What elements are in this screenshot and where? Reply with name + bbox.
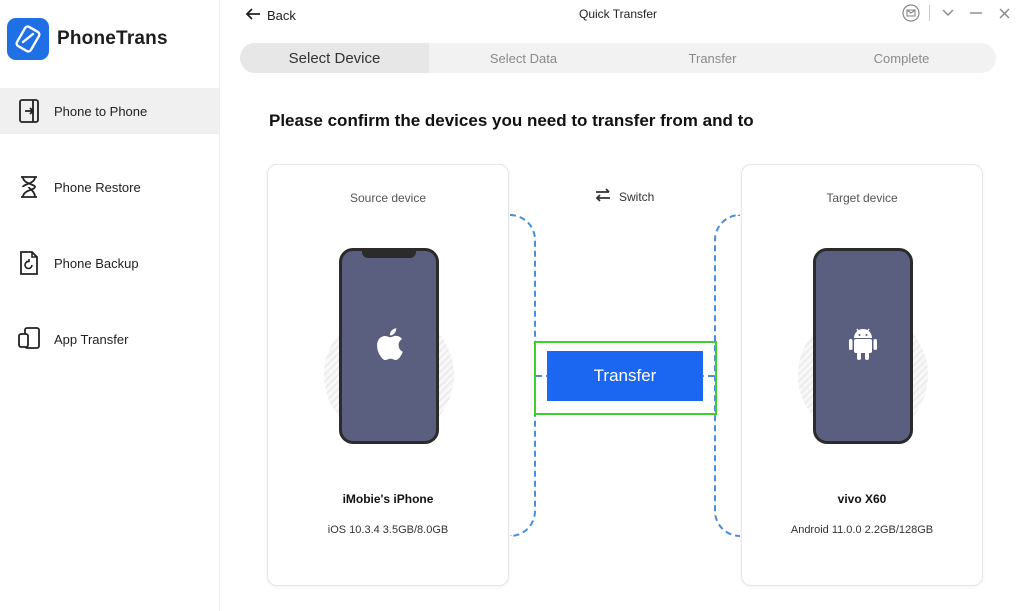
sidebar-item-label: Phone Backup [54,255,139,271]
app-name: PhoneTrans [57,28,168,49]
target-device-info: Android 11.0.0 2.2GB/128GB [790,524,934,536]
apple-icon [374,327,404,366]
source-device-name: iMobie's iPhone [342,492,434,506]
target-phone-image [813,248,913,444]
brand: PhoneTrans [7,18,168,60]
app-transfer-icon [15,325,43,353]
phone-to-phone-icon [15,97,43,125]
window-controls [901,3,1014,23]
sidebar-item-label: App Transfer [54,331,129,347]
source-device-info: iOS 10.3.4 3.5GB/8.0GB [327,524,449,536]
page-heading: Please confirm the devices you need to t… [269,111,754,130]
step-select-device: Select Device [240,43,429,73]
source-device-title: Source device [349,191,427,205]
step-complete: Complete [873,50,930,66]
transfer-button[interactable]: Transfer [547,351,703,401]
sidebar-nav: Phone to Phone Phone Restore Phone Backu… [0,88,219,392]
minimize-icon[interactable] [966,3,986,23]
android-icon [848,326,878,367]
sidebar-item-phone-restore[interactable]: Phone Restore [0,164,219,210]
target-device-name: vivo X60 [837,492,887,506]
sidebar-item-label: Phone Restore [54,179,141,195]
step-indicator: Select Device Select Data Transfer Compl… [240,43,996,73]
chevron-down-icon[interactable] [938,3,958,23]
backup-file-icon [15,249,43,277]
feedback-mail-icon[interactable] [901,3,921,23]
swap-arrows-icon [595,188,611,205]
step-transfer: Transfer [688,50,737,66]
source-device-card: Source device iMobie's iPhone iOS 10.3.4… [267,164,509,586]
sidebar: PhoneTrans Phone to Phone Phone Restore … [0,0,220,611]
source-phone-image [339,248,439,444]
sidebar-item-app-transfer[interactable]: App Transfer [0,316,219,362]
window-title: Quick Transfer [578,7,658,21]
connector-line-left [510,214,536,537]
sidebar-item-phone-to-phone[interactable]: Phone to Phone [0,88,219,134]
phone-notch [362,250,416,258]
switch-label: Switch [619,189,655,204]
close-icon[interactable] [994,3,1014,23]
target-device-card: Target device vivo X60 Android 11.0.0 2.… [741,164,983,586]
step-select-data: Select Data [489,50,558,66]
sidebar-item-phone-backup[interactable]: Phone Backup [0,240,219,286]
phonetrans-logo-icon [7,18,49,60]
sidebar-item-label: Phone to Phone [54,103,148,119]
hourglass-icon [15,173,43,201]
target-device-title: Target device [826,191,898,205]
divider [929,5,930,21]
connector-line-right [714,214,740,537]
switch-button[interactable]: Switch [595,188,654,205]
